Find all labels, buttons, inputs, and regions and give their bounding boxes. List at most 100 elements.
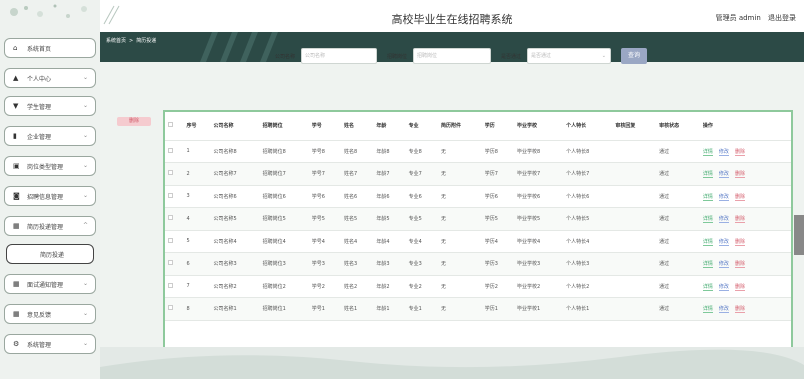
- detail-button[interactable]: 详情: [702, 306, 713, 314]
- row-checkbox[interactable]: [168, 147, 173, 153]
- row-checkbox[interactable]: [168, 237, 173, 243]
- sidebar-item-5[interactable]: ◙ 招聘信息管理 ⌄: [4, 186, 96, 206]
- cell-attach: 无: [437, 252, 482, 276]
- row-checkbox[interactable]: [168, 282, 173, 288]
- column-header: 毕业学校: [514, 112, 564, 141]
- sidebar-item-9[interactable]: ▦ 意见反馈 ⌄: [4, 304, 96, 324]
- sidebar-item-4[interactable]: ▣ 岗位类型管理 ⌄: [4, 156, 96, 176]
- scrollbar-thumb[interactable]: [794, 215, 804, 255]
- delete-button[interactable]: 删除: [734, 193, 745, 201]
- sidebar-item-label: 面试通知管理: [27, 281, 64, 289]
- sidebar-item-10[interactable]: ⚙ 系统管理 ⌄: [4, 334, 96, 354]
- row-checkbox[interactable]: [168, 170, 173, 176]
- cell-edu: 学历8: [481, 140, 515, 163]
- edit-button[interactable]: 修改: [718, 216, 729, 224]
- detail-button[interactable]: 详情: [702, 148, 713, 156]
- edit-button[interactable]: 修改: [718, 171, 729, 179]
- delete-button[interactable]: 删除: [734, 283, 745, 291]
- row-checkbox[interactable]: [168, 192, 173, 198]
- select-all-checkbox[interactable]: [168, 122, 173, 128]
- cell-reply: [612, 162, 657, 186]
- detail-button[interactable]: 详情: [702, 261, 713, 269]
- sidebar-subitem-resume-submit[interactable]: 简历投递: [6, 244, 94, 264]
- column-header: 姓名: [341, 112, 374, 141]
- sidebar-item-label: 个人中心: [27, 75, 52, 83]
- detail-button[interactable]: 详情: [702, 171, 713, 179]
- delete-button[interactable]: 删除: [734, 238, 745, 246]
- cell-no: 2: [183, 162, 211, 186]
- cell-name: 姓名5: [341, 207, 374, 231]
- delete-button[interactable]: 删除: [734, 306, 745, 314]
- cell-position: 招聘岗位5: [259, 207, 309, 231]
- sidebar-item-1[interactable]: ▲ 个人中心 ⌄: [4, 68, 96, 88]
- detail-button[interactable]: 详情: [702, 238, 713, 246]
- detail-button[interactable]: 详情: [702, 283, 713, 291]
- chevron-down-icon: ⌄: [601, 53, 606, 59]
- edit-button[interactable]: 修改: [718, 283, 729, 291]
- detail-button[interactable]: 详情: [702, 216, 713, 224]
- sidebar-item-8[interactable]: ▦ 面试通知管理 ⌄: [4, 274, 96, 294]
- admin-label: 管理员 admin: [715, 14, 761, 22]
- sidebar-item-label: 简历投递管理: [27, 223, 64, 231]
- table-row: 7 公司名称2 招聘岗位2 学号2 姓名2 年龄2 专业2 无学历2 毕业学校2 个人特长2 通过详…: [165, 275, 791, 298]
- cell-name: 姓名7: [341, 162, 374, 186]
- cell-school: 毕业学校6: [514, 185, 564, 208]
- sidebar-item-2[interactable]: ▼ 学生管理 ⌄: [4, 96, 96, 116]
- cell-major: 专业6: [405, 185, 438, 208]
- company-search-input[interactable]: 公司名称: [301, 48, 377, 64]
- cell-position: 招聘岗位2: [259, 275, 309, 298]
- row-checkbox[interactable]: [168, 305, 173, 311]
- chevron-up-icon: ^: [82, 222, 88, 229]
- cell-sid: 学号6: [308, 185, 342, 208]
- logout-link[interactable]: 退出登录: [768, 14, 796, 22]
- cell-major: 专业4: [405, 230, 438, 253]
- edit-button[interactable]: 修改: [718, 148, 729, 156]
- select-all-checkbox-header[interactable]: [165, 112, 184, 141]
- cell-edu: 学历3: [481, 252, 515, 276]
- edit-button[interactable]: 修改: [718, 306, 729, 314]
- chevron-down-icon: ⌄: [82, 74, 88, 81]
- cell-reply: [612, 252, 657, 276]
- delete-button[interactable]: 删除: [734, 148, 745, 156]
- cell-company: 公司名称2: [210, 275, 260, 298]
- search-button[interactable]: 查询: [621, 48, 647, 64]
- row-checkbox-cell: [165, 140, 184, 163]
- bulk-delete-button[interactable]: 删除: [117, 117, 151, 126]
- column-header: 个人特长: [563, 112, 613, 141]
- delete-button[interactable]: 删除: [734, 261, 745, 269]
- cell-sid: 学号5: [308, 207, 342, 231]
- cell-status: 通过: [656, 207, 700, 231]
- chevron-down-icon: ⌄: [82, 310, 88, 317]
- column-header: 审核状态: [656, 112, 700, 141]
- top-header: 高校毕业生在线招聘系统 管理员 admin 退出登录: [100, 0, 804, 32]
- cell-position: 招聘岗位8: [259, 140, 309, 163]
- cell-status: 通过: [656, 140, 700, 163]
- cell-attach: 无: [437, 185, 482, 208]
- sidebar-item-3[interactable]: ▮ 企业管理 ⌄: [4, 126, 96, 146]
- breadcrumb-separator: >: [129, 38, 134, 44]
- edit-button[interactable]: 修改: [718, 193, 729, 201]
- cell-age: 年龄6: [373, 185, 406, 208]
- cell-attach: 无: [437, 162, 482, 186]
- row-actions: 详情 修改 删除: [699, 275, 791, 298]
- cell-age: 年龄3: [373, 252, 406, 276]
- cell-status: 通过: [656, 252, 700, 276]
- sidebar-item-6[interactable]: ▦ 简历投递管理 ^: [4, 216, 96, 236]
- breadcrumb-home[interactable]: 系统首页: [106, 38, 126, 44]
- cell-sid: 学号1: [308, 297, 342, 321]
- row-checkbox-cell: [165, 162, 184, 186]
- approved-select[interactable]: 是否通过 ⌄: [527, 48, 611, 64]
- delete-button[interactable]: 删除: [734, 216, 745, 224]
- cell-sid: 学号7: [308, 162, 342, 186]
- row-actions: 详情 修改 删除: [699, 162, 791, 186]
- detail-button[interactable]: 详情: [702, 193, 713, 201]
- delete-button[interactable]: 删除: [734, 171, 745, 179]
- row-checkbox[interactable]: [168, 260, 173, 266]
- row-checkbox[interactable]: [168, 215, 173, 221]
- sidebar-item-0[interactable]: ⌂ 系统首页: [4, 38, 96, 58]
- edit-button[interactable]: 修改: [718, 238, 729, 246]
- position-search-input[interactable]: 招聘岗位: [413, 48, 491, 64]
- cell-status: 通过: [656, 275, 700, 298]
- row-checkbox-cell: [165, 275, 184, 298]
- edit-button[interactable]: 修改: [718, 261, 729, 269]
